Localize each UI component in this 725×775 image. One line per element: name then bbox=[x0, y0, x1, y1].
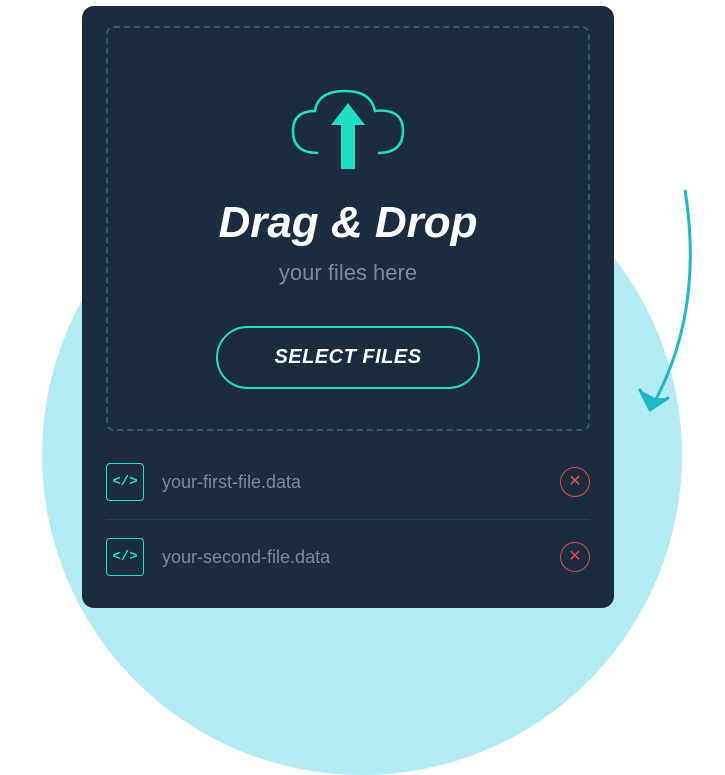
dropzone[interactable]: Drag & Drop your files here SELECT FILES bbox=[106, 26, 590, 431]
remove-file-button[interactable]: ✕ bbox=[560, 542, 590, 572]
file-row: </> your-second-file.data ✕ bbox=[106, 520, 590, 594]
code-file-icon: </> bbox=[106, 463, 144, 501]
file-row: </> your-first-file.data ✕ bbox=[106, 445, 590, 519]
cloud-upload-icon bbox=[283, 83, 413, 178]
file-name-label: your-first-file.data bbox=[162, 472, 560, 493]
select-files-button[interactable]: SELECT FILES bbox=[216, 326, 479, 389]
file-list: </> your-first-file.data ✕ </> your-seco… bbox=[106, 431, 590, 608]
arrow-curve-decoration bbox=[620, 185, 700, 435]
dropzone-subtitle: your files here bbox=[279, 260, 417, 286]
close-icon: ✕ bbox=[568, 549, 581, 565]
remove-file-button[interactable]: ✕ bbox=[560, 467, 590, 497]
close-icon: ✕ bbox=[568, 474, 581, 490]
code-file-icon: </> bbox=[106, 538, 144, 576]
upload-card: Drag & Drop your files here SELECT FILES… bbox=[82, 6, 614, 608]
dropzone-title: Drag & Drop bbox=[218, 198, 477, 248]
file-name-label: your-second-file.data bbox=[162, 547, 560, 568]
